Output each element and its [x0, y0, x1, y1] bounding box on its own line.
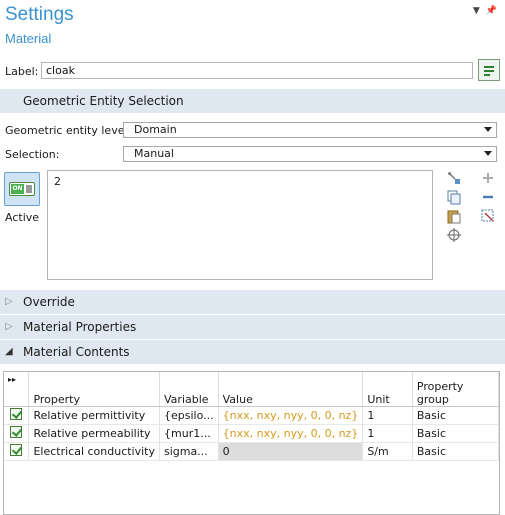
- selection-row: Selection: Manual: [5, 146, 500, 162]
- selection-list[interactable]: 2: [47, 170, 433, 280]
- section-title: Override: [23, 295, 75, 309]
- table-row[interactable]: Electrical conductivity sigma... 0 S/m B…: [4, 442, 500, 461]
- group-cell: Basic: [412, 406, 500, 425]
- property-cell: Electrical conductivity: [28, 442, 161, 461]
- entity-level-row: Geometric entity level: Domain: [5, 122, 500, 138]
- column-header-unit[interactable]: Unit: [362, 372, 413, 407]
- column-header-property-group[interactable]: Property group: [412, 372, 500, 407]
- label-caption: Label:: [5, 65, 39, 78]
- paste-selection-icon[interactable]: [446, 170, 462, 186]
- selection-label: Selection:: [5, 148, 60, 161]
- pin-icon[interactable]: 📌: [486, 6, 497, 16]
- checkmark-icon: [10, 426, 23, 438]
- value-cell[interactable]: {nxx, nxy, nyy, 0, 0, nz}: [218, 424, 364, 443]
- unit-cell: S/m: [362, 442, 413, 461]
- section-title: Material Contents: [23, 345, 130, 359]
- zoom-to-selection-icon[interactable]: [446, 227, 462, 243]
- checkmark-icon: [10, 408, 23, 420]
- page-title: Settings: [5, 4, 74, 25]
- clipboard-icon[interactable]: [446, 208, 462, 224]
- unit-cell: 1: [362, 406, 413, 425]
- section-material-properties[interactable]: ▷ Material Properties: [0, 315, 505, 339]
- expand-icon: ▷: [5, 296, 13, 307]
- section-material-contents[interactable]: ◢ Material Contents: [0, 340, 505, 364]
- label-input[interactable]: [41, 62, 473, 79]
- column-header-value[interactable]: Value: [218, 372, 364, 407]
- table-row[interactable]: Relative permeability {mur1... {nxx, nxy…: [4, 424, 500, 443]
- table-row[interactable]: Relative permittivity {epsilo... {nxx, n…: [4, 406, 500, 425]
- variable-cell: sigma...: [159, 442, 219, 461]
- dropdown-icon[interactable]: ▼: [473, 6, 480, 16]
- show-description-button[interactable]: [478, 59, 500, 81]
- toggle-switch-icon: ON: [9, 182, 35, 196]
- entity-level-label: Geometric entity level:: [5, 124, 132, 137]
- section-title: Material Properties: [23, 320, 137, 334]
- variable-cell: {epsilo...: [159, 406, 219, 425]
- selection-select[interactable]: Manual: [123, 146, 497, 162]
- property-cell: Relative permittivity: [28, 406, 161, 425]
- chevron-down-icon: [484, 127, 492, 132]
- variable-cell: {mur1...: [159, 424, 219, 443]
- material-contents-table: ▸▸ Property Variable Value Unit Property…: [3, 371, 500, 515]
- active-label: Active: [5, 211, 40, 224]
- window-controls: ▼ 📌: [473, 6, 497, 16]
- group-cell: Basic: [412, 442, 500, 461]
- collapse-icon: ◢: [5, 346, 13, 357]
- value-cell[interactable]: 0: [218, 442, 364, 461]
- entity-level-select[interactable]: Domain: [123, 122, 497, 138]
- list-item[interactable]: 2: [54, 175, 61, 188]
- page-subtitle: Material: [5, 31, 52, 46]
- active-toggle[interactable]: ON: [4, 172, 40, 206]
- add-icon[interactable]: [480, 170, 496, 186]
- section-override[interactable]: ▷ Override: [0, 290, 505, 314]
- section-title: Geometric Entity Selection: [23, 94, 184, 108]
- label-row: Label:: [5, 59, 500, 81]
- remove-icon[interactable]: [480, 189, 496, 205]
- value-cell[interactable]: {nxx, nxy, nyy, 0, 0, nz}: [218, 406, 364, 425]
- group-cell: Basic: [412, 424, 500, 443]
- entity-level-value: Domain: [134, 123, 177, 136]
- property-cell: Relative permeability: [28, 424, 161, 443]
- chevron-down-icon: [484, 151, 492, 156]
- column-header-variable[interactable]: Variable: [159, 372, 219, 407]
- selection-value: Manual: [134, 147, 174, 160]
- section-geometric-entity-selection[interactable]: Geometric Entity Selection: [0, 89, 505, 113]
- expand-columns-icon[interactable]: ▸▸: [4, 372, 30, 407]
- column-header-property[interactable]: Property: [28, 372, 161, 407]
- copy-selection-icon[interactable]: [446, 189, 462, 205]
- clear-selection-icon[interactable]: [480, 208, 496, 224]
- checkmark-icon: [10, 444, 23, 456]
- expand-icon: ▷: [5, 321, 13, 332]
- table-header-row: ▸▸ Property Variable Value Unit Property…: [4, 372, 500, 407]
- unit-cell: 1: [362, 424, 413, 443]
